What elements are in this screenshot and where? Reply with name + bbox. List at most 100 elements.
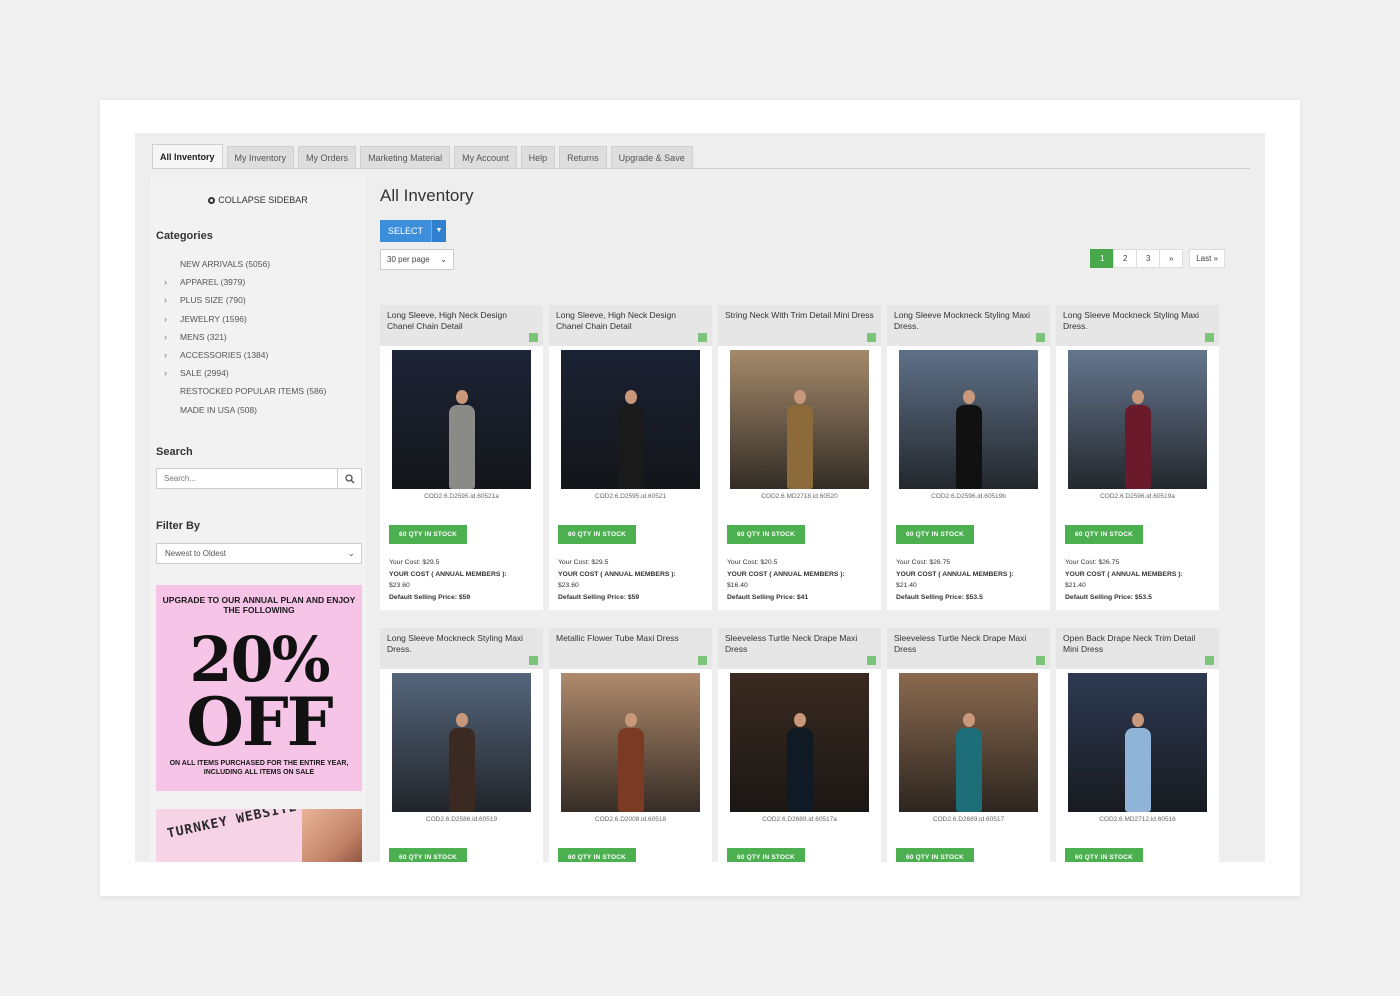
price-block: Your Cost: $26.75 YOUR COST ( ANNUAL MEMB…: [1065, 557, 1215, 603]
product-card[interactable]: Long Sleeve Mockneck Styling Maxi Dress.…: [1056, 305, 1219, 610]
select-checkbox[interactable]: [1205, 333, 1214, 342]
collapse-sidebar-button[interactable]: COLLAPSE SIDEBAR: [150, 195, 366, 205]
product-title-bar: Sleeveless Turtle Neck Drape Maxi Dress: [887, 628, 1050, 669]
your-cost: Your Cost: $26.75: [1065, 559, 1120, 566]
per-page-select[interactable]: 30 per page ⌄: [380, 249, 454, 270]
tab-help[interactable]: Help: [520, 146, 556, 168]
annual-cost-value: $16.40: [727, 582, 748, 590]
default-selling-price: Default Selling Price: $59: [558, 593, 640, 601]
category-item[interactable]: MADE IN USA (508): [164, 401, 364, 419]
product-title-bar: Open Back Drape Neck Trim Detail Mini Dr…: [1056, 628, 1219, 669]
category-item[interactable]: NEW ARRIVALS (5056): [164, 255, 364, 273]
select-checkbox[interactable]: [698, 656, 707, 665]
product-image[interactable]: [730, 673, 869, 812]
search-button[interactable]: [337, 469, 361, 488]
select-checkbox[interactable]: [529, 333, 538, 342]
chevron-right-icon: ›: [164, 295, 167, 306]
product-title-bar: Long Sleeve Mockneck Styling Maxi Dress.: [887, 305, 1050, 346]
category-item[interactable]: › PLUS SIZE (790): [164, 291, 364, 309]
product-card[interactable]: Metallic Flower Tube Maxi Dress COD2.6.D2…: [549, 628, 712, 862]
category-label: MENS (321): [180, 331, 227, 342]
product-image[interactable]: [392, 673, 531, 812]
chevron-right-icon: ›: [164, 313, 167, 324]
product-title: Long Sleeve Mockneck Styling Maxi Dress.: [1063, 310, 1200, 331]
categories-heading: Categories: [156, 230, 213, 242]
category-item[interactable]: › MENS (321): [164, 328, 364, 346]
tab-returns[interactable]: Returns: [559, 146, 607, 168]
page-link[interactable]: Last »: [1189, 249, 1225, 268]
product-card[interactable]: Sleeveless Turtle Neck Drape Maxi Dress C…: [718, 628, 881, 862]
product-card[interactable]: Long Sleeve Mockneck Styling Maxi Dress.…: [380, 628, 543, 862]
tab-my-orders[interactable]: My Orders: [298, 146, 357, 168]
annual-plan-promo-banner[interactable]: UPGRADE TO OUR ANNUAL PLAN AND ENJOY THE…: [156, 585, 362, 791]
product-image[interactable]: [899, 673, 1038, 812]
product-image[interactable]: [392, 350, 531, 489]
product-title: Sleeveless Turtle Neck Drape Maxi Dress: [894, 633, 1027, 654]
product-sku: COD2.6.D2595.id.60521: [594, 493, 667, 500]
select-checkbox[interactable]: [529, 656, 538, 665]
search-input[interactable]: [157, 469, 337, 488]
model-figure: [447, 711, 477, 812]
category-list: NEW ARRIVALS (5056) › APPAREL (3979) › PLUS …: [164, 255, 364, 419]
product-grid: Long Sleeve, High Neck Design Chanel Cha…: [380, 305, 1225, 862]
stock-badge: 60 QTY IN STOCK: [727, 848, 806, 862]
product-card[interactable]: Open Back Drape Neck Trim Detail Mini Dr…: [1056, 628, 1219, 862]
product-card[interactable]: Long Sleeve, High Neck Design Chanel Cha…: [380, 305, 543, 610]
stock-badge: 60 QTY IN STOCK: [1065, 848, 1144, 862]
product-image[interactable]: [730, 350, 869, 489]
pagination: 1 2 3» Last »: [1090, 249, 1225, 268]
page-link[interactable]: »: [1159, 249, 1184, 268]
page-link[interactable]: 1: [1090, 249, 1115, 268]
promo2-photo: [302, 809, 362, 862]
select-checkbox[interactable]: [867, 656, 876, 665]
category-item[interactable]: › ACCESSORIES (1384): [164, 346, 364, 364]
category-item[interactable]: RESTOCKED POPULAR ITEMS (586): [164, 382, 364, 400]
filter-select[interactable]: Newest to Oldest ⌄: [156, 543, 362, 564]
tab-upgrade-save[interactable]: Upgrade & Save: [610, 146, 693, 168]
page-link[interactable]: 2: [1113, 249, 1138, 268]
main-content: All Inventory SELECT ▼ 30 per page ⌄ 123…: [380, 177, 1250, 862]
your-cost: Your Cost: $29.5: [558, 559, 609, 566]
annual-cost-label: YOUR COST ( ANNUAL MEMBERS ):: [1065, 570, 1183, 578]
annual-cost-value: $21.40: [1065, 582, 1086, 590]
product-sku: COD2.6.D2586.id.60519: [425, 816, 498, 823]
chevron-right-icon: ›: [164, 368, 167, 379]
stock-badge: 60 QTY IN STOCK: [1065, 525, 1144, 544]
product-image[interactable]: [561, 350, 700, 489]
select-checkbox[interactable]: [867, 333, 876, 342]
tab-all-inventory[interactable]: All Inventory: [152, 144, 223, 168]
product-card[interactable]: Sleeveless Turtle Neck Drape Maxi Dress C…: [887, 628, 1050, 862]
product-sku: COD2.6.D2596.id.60519b: [931, 493, 1006, 500]
select-dropdown-button[interactable]: SELECT ▼: [380, 220, 447, 242]
annual-cost-label: YOUR COST ( ANNUAL MEMBERS ):: [389, 570, 507, 578]
model-figure: [616, 711, 646, 812]
product-card[interactable]: Long Sleeve, High Neck Design Chanel Cha…: [549, 305, 712, 610]
product-title: Metallic Flower Tube Maxi Dress: [556, 633, 679, 643]
page-link[interactable]: 3: [1136, 249, 1161, 268]
product-image[interactable]: [1068, 350, 1207, 489]
tab-my-inventory[interactable]: My Inventory: [226, 146, 295, 168]
product-card[interactable]: Long Sleeve Mockneck Styling Maxi Dress.…: [887, 305, 1050, 610]
product-image[interactable]: [561, 673, 700, 812]
product-card[interactable]: String Neck With Trim Detail Mini Dress C…: [718, 305, 881, 610]
your-cost: Your Cost: $26.75: [896, 559, 951, 566]
product-title-bar: String Neck With Trim Detail Mini Dress: [718, 305, 881, 346]
select-checkbox[interactable]: [1036, 656, 1045, 665]
turnkey-website-promo-banner[interactable]: TURNKEY WEBSITE OFFER: [156, 809, 362, 862]
product-title-bar: Long Sleeve, High Neck Design Chanel Cha…: [380, 305, 543, 346]
select-checkbox[interactable]: [1205, 656, 1214, 665]
select-checkbox[interactable]: [1036, 333, 1045, 342]
promo-footnote: ON ALL ITEMS PURCHASED FOR THE ENTIRE YE…: [169, 760, 349, 776]
annual-cost-value: $23.60: [558, 582, 579, 590]
tab-my-account[interactable]: My Account: [454, 146, 517, 168]
category-item[interactable]: › SALE (2994): [164, 364, 364, 382]
category-item[interactable]: › JEWELRY (1596): [164, 310, 364, 328]
select-checkbox[interactable]: [698, 333, 707, 342]
product-image[interactable]: [899, 350, 1038, 489]
annual-cost-value: $23.60: [389, 582, 410, 590]
stock-badge: 60 QTY IN STOCK: [389, 525, 468, 544]
product-image[interactable]: [1068, 673, 1207, 812]
tab-marketing-material[interactable]: Marketing Material: [360, 146, 451, 168]
stock-badge: 60 QTY IN STOCK: [389, 848, 468, 862]
category-item[interactable]: › APPAREL (3979): [164, 273, 364, 291]
